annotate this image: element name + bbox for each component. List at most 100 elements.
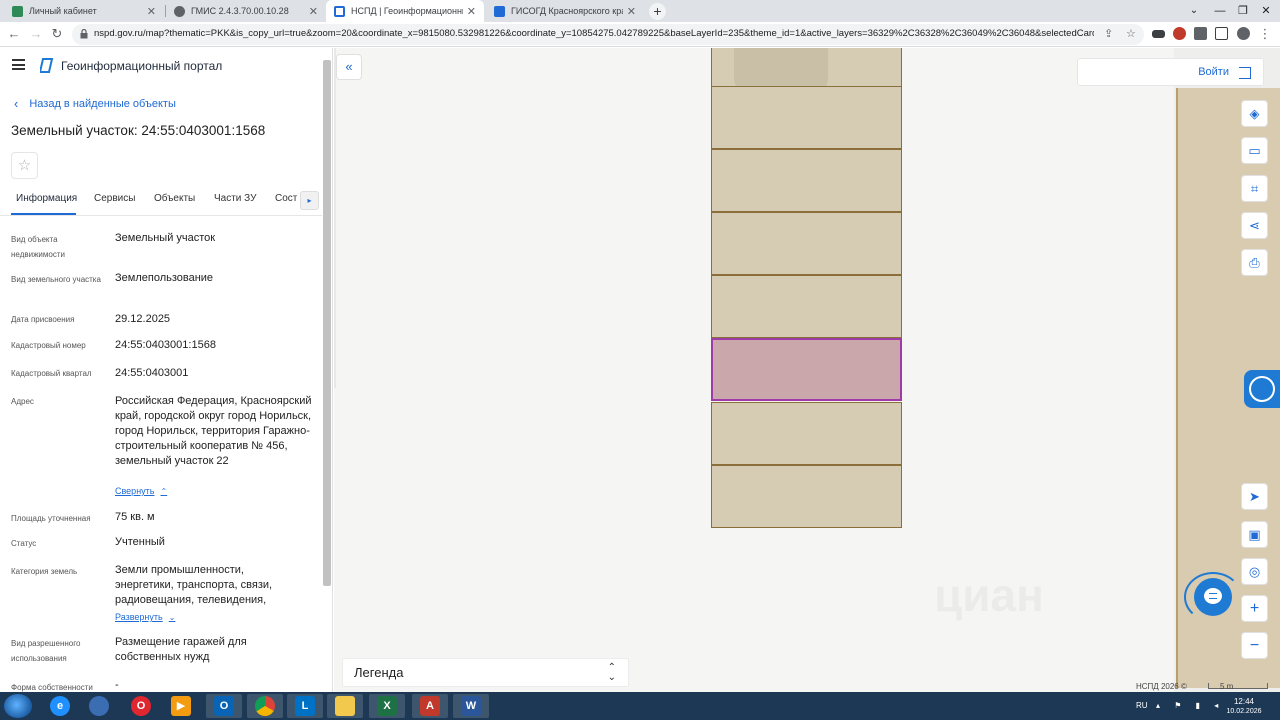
puzzle-icon[interactable] — [1194, 27, 1207, 40]
browser-tab-strip: Личный кабинет ✕ ГМИС 2.4.3.70.00.10.28 … — [0, 0, 1280, 22]
tab-title: ГИСОГД Красноярского края — [511, 6, 623, 16]
close-icon[interactable]: ✕ — [147, 5, 156, 18]
portal-title: Геоинформационный портал — [61, 59, 223, 73]
tab-objects[interactable]: Объекты — [154, 193, 195, 204]
land-parcel[interactable] — [711, 465, 902, 528]
new-tab-button[interactable]: + — [649, 3, 666, 20]
start-button[interactable] — [4, 694, 32, 718]
back-to-results-link[interactable]: ‹ Назад в найденные объекты — [14, 96, 176, 111]
tab-title: Личный кабинет — [29, 6, 97, 16]
browser-tab[interactable]: ГМИС 2.4.3.70.00.10.28 ✕ — [166, 0, 326, 22]
windows-taskbar: e O ▶ O L X A W RU ▴ ⚑ ▮ ◂ 12:44 10.02.2… — [0, 692, 1280, 720]
land-parcel[interactable] — [711, 212, 902, 275]
close-window-button[interactable]: ✕ — [1251, 0, 1280, 22]
object-info-panel: Геоинформационный портал ‹ Назад в найде… — [0, 48, 333, 692]
land-parcel[interactable] — [711, 149, 902, 212]
address-bar[interactable]: nspd.gov.ru/map?thematic=PKK&is_copy_url… — [72, 24, 1144, 45]
field-label: Вид объекта недвижимости — [11, 235, 65, 259]
field-label: Площадь уточненная — [11, 514, 91, 523]
hamburger-menu-icon[interactable] — [12, 59, 25, 70]
field-value: 29.12.2025 — [115, 313, 171, 325]
tray-icons[interactable]: ▴ ⚑ ▮ ◂ — [1156, 701, 1224, 710]
selected-land-parcel[interactable] — [711, 338, 902, 401]
field-label: Дата присвоения — [11, 315, 75, 324]
share-icon[interactable]: ⇪ — [1104, 27, 1113, 40]
forward-arrow-icon[interactable]: → — [28, 26, 44, 42]
land-parcel[interactable] — [711, 275, 902, 338]
minimap-icon[interactable]: ▣ — [1241, 521, 1268, 548]
close-icon[interactable]: ✕ — [627, 5, 636, 18]
login-button[interactable]: Войти — [1077, 58, 1264, 86]
reload-icon[interactable]: ↻ — [49, 26, 65, 42]
taskbar-lync[interactable]: L — [287, 694, 323, 718]
legend-panel[interactable]: Легенда ⌃ ⌄ — [342, 658, 629, 687]
share-icon[interactable]: ⋖ — [1241, 212, 1268, 239]
tab-services[interactable]: Сервисы — [94, 193, 135, 204]
browser-tab[interactable]: ГИСОГД Красноярского края ✕ — [486, 0, 644, 22]
site-favicon-icon — [12, 5, 23, 17]
sidebar-icon[interactable] — [1215, 27, 1228, 40]
chevron-left-icon: ‹ — [14, 96, 19, 111]
tab-parts[interactable]: Части ЗУ — [214, 193, 256, 204]
map-canvas[interactable]: циан « Войти ◈ ▭ ⌗ ⋖ ⎙ ➤ ▣ ◎ + − Легенда… — [334, 48, 1280, 692]
tab-title: ГМИС 2.4.3.70.00.10.28 — [191, 6, 289, 16]
map-watermark: циан — [934, 568, 1044, 622]
extension-icon[interactable] — [1173, 27, 1186, 40]
browser-tab[interactable]: Личный кабинет ✕ — [4, 0, 164, 22]
expand-toggle[interactable]: Развернуть ⌄ — [115, 612, 175, 622]
language-indicator[interactable]: RU — [1136, 701, 1148, 710]
tabs-scroll-right-button[interactable]: ▸ — [300, 191, 319, 210]
taskbar-opera[interactable]: O — [123, 694, 159, 718]
taskbar-ie[interactable]: e — [42, 694, 78, 718]
taskbar-thunderbird[interactable] — [81, 694, 117, 718]
print-icon[interactable]: ⎙ — [1241, 249, 1268, 276]
map-scale-label: 5 m — [1220, 682, 1234, 691]
close-icon[interactable]: ✕ — [309, 5, 318, 18]
login-label: Войти — [1198, 66, 1229, 78]
zoom-in-button[interactable]: + — [1241, 595, 1268, 622]
favorite-star-button[interactable]: ☆ — [11, 152, 38, 179]
tab-composition[interactable]: Соста... — [275, 193, 297, 204]
field-label: Кадастровый квартал — [11, 369, 92, 378]
taskbar-excel[interactable]: X — [369, 694, 405, 718]
field-label: Адрес — [11, 397, 34, 406]
taskbar-word[interactable]: W — [453, 694, 489, 718]
clock-date[interactable]: 10.02.2026 — [1226, 708, 1262, 715]
land-parcel[interactable] — [711, 48, 902, 93]
bookmark-star-icon[interactable]: ☆ — [1126, 27, 1136, 40]
navigation-arrow-icon[interactable]: ➤ — [1241, 483, 1268, 510]
feedback-side-tab[interactable] — [1244, 370, 1280, 408]
collapse-toggle[interactable]: Свернуть ⌃ — [115, 486, 167, 496]
field-value: Учтенный — [115, 536, 165, 548]
chevron-down-icon: ⌄ — [168, 612, 176, 622]
taskbar-outlook[interactable]: O — [206, 694, 242, 718]
expand-label: Развернуть — [115, 612, 163, 622]
chat-button[interactable] — [1194, 578, 1232, 616]
land-parcel[interactable] — [711, 402, 902, 465]
taskbar-chrome[interactable] — [247, 694, 283, 718]
layers-icon[interactable]: ◈ — [1241, 100, 1268, 127]
taskbar-explorer[interactable] — [327, 694, 363, 718]
close-icon[interactable]: ✕ — [467, 5, 476, 18]
taskbar-media[interactable]: ▶ — [163, 694, 199, 718]
select-area-icon[interactable]: ⌗ — [1241, 175, 1268, 202]
field-value: 24:55:0403001 — [115, 367, 189, 379]
field-label: Вид разрешенного использования — [11, 639, 81, 663]
url-text: nspd.gov.ru/map?thematic=PKK&is_copy_url… — [94, 28, 1094, 39]
geolocation-icon[interactable]: ◎ — [1241, 558, 1268, 585]
zoom-out-button[interactable]: − — [1241, 632, 1268, 659]
ruler-icon[interactable]: ▭ — [1241, 137, 1268, 164]
menu-dots-icon[interactable]: ⋮ — [1257, 26, 1273, 42]
panel-scrollbar[interactable] — [323, 60, 331, 586]
clock-time[interactable]: 12:44 — [1226, 697, 1262, 706]
expand-collapse-icon[interactable]: ⌃ ⌄ — [608, 663, 616, 683]
tab-information[interactable]: Информация — [16, 193, 77, 204]
extension-icon[interactable] — [1152, 30, 1165, 38]
profile-avatar-icon[interactable] — [1237, 27, 1250, 40]
browser-tab-active[interactable]: НСПД | Геоинформационный п ✕ — [326, 0, 484, 22]
back-arrow-icon[interactable]: ← — [6, 26, 22, 42]
taskbar-acrobat[interactable]: A — [412, 694, 448, 718]
object-title: Земельный участок: 24:55:0403001:1568 — [11, 123, 266, 138]
collapse-panel-button[interactable]: « — [336, 54, 362, 80]
land-parcel[interactable] — [711, 86, 902, 149]
